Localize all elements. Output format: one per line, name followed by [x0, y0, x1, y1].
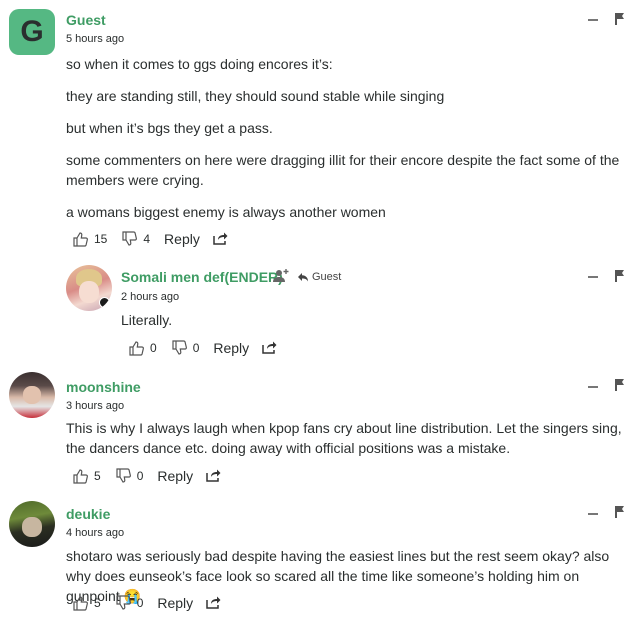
comment-actions: 15 4 Reply	[72, 229, 228, 249]
flag-icon[interactable]	[614, 505, 626, 519]
comment-paragraph: This is why I always laugh when kpop fan…	[66, 420, 622, 456]
comment-author[interactable]: moonshine	[66, 379, 141, 395]
comment-timestamp[interactable]: 3 hours ago	[66, 400, 124, 412]
downvote-button[interactable]: 4	[121, 231, 150, 247]
thumbs-down-icon	[116, 595, 131, 610]
comment-author[interactable]: Guest	[66, 12, 106, 28]
flag-icon[interactable]	[614, 269, 626, 283]
comment: deukie 4 hours ago shotaro was seriously…	[0, 496, 640, 619]
comment-timestamp[interactable]: 4 hours ago	[66, 527, 124, 539]
downvote-count: 0	[136, 596, 144, 610]
thumbs-down-icon	[122, 231, 138, 246]
downvote-button[interactable]: 0	[171, 340, 200, 356]
flag-icon[interactable]	[614, 12, 626, 26]
upvote-button[interactable]: 5	[72, 595, 101, 611]
flag-icon[interactable]	[614, 378, 626, 392]
comment-author[interactable]: deukie	[66, 506, 110, 522]
downvote-count: 0	[136, 469, 144, 483]
thumbs-up-icon	[129, 341, 144, 356]
downvote-count: 0	[192, 341, 200, 355]
upvote-button[interactable]: 15	[72, 231, 107, 247]
upvote-count: 5	[94, 596, 101, 610]
reply-to-name: Guest	[312, 271, 342, 283]
upvote-button[interactable]: 5	[72, 468, 101, 484]
reply-button[interactable]: Reply	[213, 340, 249, 356]
upvote-count: 5	[94, 469, 101, 483]
reply-to-indicator[interactable]: Guest	[297, 271, 341, 283]
follow-user-icon[interactable]	[273, 268, 289, 284]
reply-button[interactable]: Reply	[157, 468, 193, 484]
avatar[interactable]	[9, 372, 55, 418]
upvote-count: 15	[94, 232, 108, 246]
downvote-button[interactable]: 0	[115, 595, 144, 611]
comment-paragraph: so when it comes to ggs doing encores it…	[66, 56, 333, 72]
comment-timestamp[interactable]: 2 hours ago	[121, 291, 179, 303]
thumbs-up-icon	[73, 232, 88, 247]
avatar[interactable]	[9, 501, 55, 547]
comment-actions: 5 0 Reply	[72, 593, 221, 613]
comment-paragraph: some commenters on here were dragging il…	[66, 152, 620, 188]
share-icon	[206, 596, 221, 609]
comment-actions: 0 0 Reply	[128, 338, 277, 358]
collapse-icon[interactable]	[588, 513, 598, 515]
comment-paragraph: a womans biggest enemy is always another…	[66, 204, 386, 220]
share-icon	[213, 232, 228, 245]
share-icon	[262, 341, 277, 354]
thumbs-up-icon	[73, 596, 88, 611]
reply-comment: Somali men def(ENDER) Guest 2 hours ago …	[0, 260, 640, 370]
downvote-button[interactable]: 0	[115, 468, 144, 484]
thumbs-down-icon	[172, 340, 187, 355]
share-button[interactable]	[212, 230, 228, 249]
downvote-count: 4	[143, 232, 151, 246]
thumbs-up-icon	[73, 469, 88, 484]
comment-paragraph: Literally.	[121, 312, 173, 328]
upvote-count: 0	[150, 341, 157, 355]
share-button[interactable]	[205, 594, 221, 613]
comment: G Guest 5 hours ago so when it comes to …	[0, 0, 640, 260]
comment-body: This is why I always laugh when kpop fan…	[66, 418, 632, 470]
share-button[interactable]	[261, 339, 277, 358]
comment-actions: 5 0 Reply	[72, 466, 221, 486]
comment-body: so when it comes to ggs doing encores it…	[66, 54, 626, 234]
comment-author[interactable]: Somali men def(ENDER)	[121, 269, 283, 285]
comment: moonshine 3 hours ago This is why I alwa…	[0, 370, 640, 496]
reply-arrow-icon	[298, 273, 308, 282]
comment-paragraph: but when it’s bgs they get a pass.	[66, 120, 273, 136]
avatar[interactable]: G	[9, 9, 55, 55]
comment-paragraph: they are standing still, they should sou…	[66, 88, 445, 104]
collapse-icon[interactable]	[588, 386, 598, 388]
avatar[interactable]	[66, 265, 112, 311]
reply-button[interactable]: Reply	[157, 595, 193, 611]
thumbs-down-icon	[116, 468, 131, 483]
share-icon	[206, 469, 221, 482]
collapse-icon[interactable]	[588, 276, 598, 278]
reply-button[interactable]: Reply	[164, 231, 200, 247]
upvote-button[interactable]: 0	[128, 340, 157, 356]
collapse-icon[interactable]	[588, 19, 598, 21]
share-button[interactable]	[205, 467, 221, 486]
comment-timestamp[interactable]: 5 hours ago	[66, 33, 124, 45]
